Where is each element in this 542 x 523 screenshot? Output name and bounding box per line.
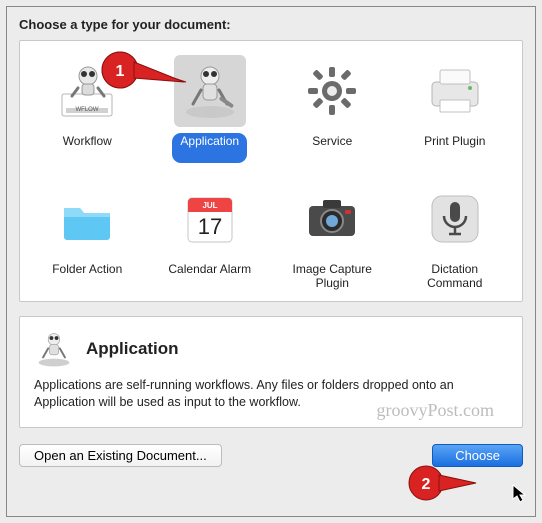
type-label: Dictation Command bbox=[400, 261, 510, 291]
camera-icon bbox=[296, 183, 368, 255]
dialog-window: Choose a type for your document: WFLOW bbox=[6, 6, 536, 517]
application-icon bbox=[174, 55, 246, 127]
type-application[interactable]: Application bbox=[155, 55, 265, 163]
type-label: Folder Action bbox=[44, 261, 130, 291]
description-text: Applications are self-running workflows.… bbox=[34, 377, 508, 411]
choose-type-heading: Choose a type for your document: bbox=[19, 17, 523, 32]
application-icon bbox=[34, 329, 74, 369]
choose-button[interactable]: Choose bbox=[432, 444, 523, 467]
calendar-icon: JUL 17 bbox=[174, 183, 246, 255]
service-icon bbox=[296, 55, 368, 127]
type-label: Image Capture Plugin bbox=[277, 261, 387, 291]
type-workflow[interactable]: WFLOW Workflow bbox=[32, 55, 142, 163]
folder-icon bbox=[51, 183, 123, 255]
svg-text:WFLOW: WFLOW bbox=[76, 107, 99, 113]
type-calendar-alarm[interactable]: JUL 17 Calendar Alarm bbox=[155, 183, 265, 291]
dialog-footer: Open an Existing Document... Choose bbox=[19, 444, 523, 467]
type-image-capture-plugin[interactable]: Image Capture Plugin bbox=[277, 183, 387, 291]
open-existing-button[interactable]: Open an Existing Document... bbox=[19, 444, 222, 467]
description-panel: Application Applications are self-runnin… bbox=[19, 316, 523, 428]
type-service[interactable]: Service bbox=[277, 55, 387, 163]
type-label: Calendar Alarm bbox=[160, 261, 259, 291]
type-label: Workflow bbox=[55, 133, 120, 163]
microphone-icon bbox=[419, 183, 491, 255]
printer-icon bbox=[419, 55, 491, 127]
type-label: Application bbox=[172, 133, 247, 163]
type-dictation-command[interactable]: Dictation Command bbox=[400, 183, 510, 291]
svg-text:JUL: JUL bbox=[202, 201, 217, 210]
workflow-icon: WFLOW bbox=[51, 55, 123, 127]
type-label: Service bbox=[304, 133, 360, 163]
svg-text:17: 17 bbox=[198, 214, 222, 239]
type-grid-panel: WFLOW Workflow bbox=[19, 40, 523, 302]
type-label: Print Plugin bbox=[416, 133, 493, 163]
type-folder-action[interactable]: Folder Action bbox=[32, 183, 142, 291]
type-print-plugin[interactable]: Print Plugin bbox=[400, 55, 510, 163]
description-title: Application bbox=[86, 339, 179, 359]
